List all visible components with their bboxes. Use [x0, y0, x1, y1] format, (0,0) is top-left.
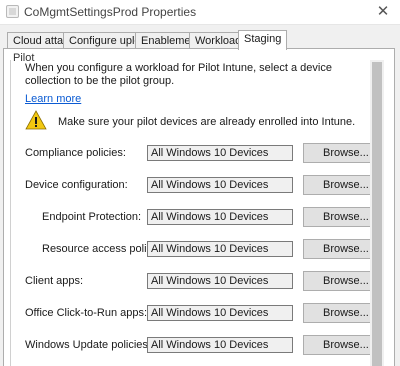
client-apps-field[interactable]: All Windows 10 Devices [147, 273, 293, 289]
learn-more-link[interactable]: Learn more [25, 93, 81, 105]
office-click-to-run-label: Office Click-to-Run apps: [25, 307, 148, 319]
resource-access-policies-field[interactable]: All Windows 10 Devices [147, 241, 293, 257]
tab-strip: Cloud attach Configure upload Enablement… [0, 30, 400, 50]
endpoint-protection-field[interactable]: All Windows 10 Devices [147, 209, 293, 225]
compliance-browse-button[interactable]: Browse... (C) [303, 143, 378, 163]
scrollbar-thumb[interactable] [372, 62, 382, 366]
windows-update-policies-field[interactable]: All Windows 10 Devices [147, 337, 293, 353]
close-button[interactable]: ✕ [372, 1, 394, 21]
device-configuration-label: Device configuration: [25, 179, 128, 191]
windows-update-browse-button[interactable]: Browse... (W) [303, 335, 378, 355]
client-apps-browse-button[interactable]: Browse... (L) [303, 271, 378, 291]
warning-text: Make sure your pilot devices are already… [58, 116, 356, 128]
warning-icon [25, 110, 47, 130]
app-icon [6, 5, 19, 18]
compliance-policies-label: Compliance policies: [25, 147, 126, 159]
office-click-to-run-browse-button[interactable]: Browse... (F) [303, 303, 378, 323]
vertical-scrollbar[interactable] [370, 60, 384, 366]
device-configuration-field[interactable]: All Windows 10 Devices [147, 177, 293, 193]
client-apps-label: Client apps: [25, 275, 84, 287]
device-configuration-browse-button[interactable]: Browse... (D) [303, 175, 378, 195]
endpoint-protection-label: Endpoint Protection: [42, 211, 142, 223]
title-bar: CoMgmtSettingsProd Properties ✕ [0, 0, 400, 25]
pilot-intro-text: When you configure a workload for Pilot … [25, 62, 332, 87]
pilot-group-border [10, 60, 13, 366]
office-click-to-run-field[interactable]: All Windows 10 Devices [147, 305, 293, 321]
tab-staging[interactable]: Staging [238, 30, 288, 50]
compliance-policies-field[interactable]: All Windows 10 Devices [147, 145, 293, 161]
resource-access-browse-button[interactable]: Browse... (R) [303, 239, 378, 259]
windows-update-policies-label: Windows Update policies: [25, 339, 151, 351]
endpoint-protection-browse-button[interactable]: Browse... (E) [303, 207, 378, 227]
window-title: CoMgmtSettingsProd Properties [24, 5, 197, 19]
